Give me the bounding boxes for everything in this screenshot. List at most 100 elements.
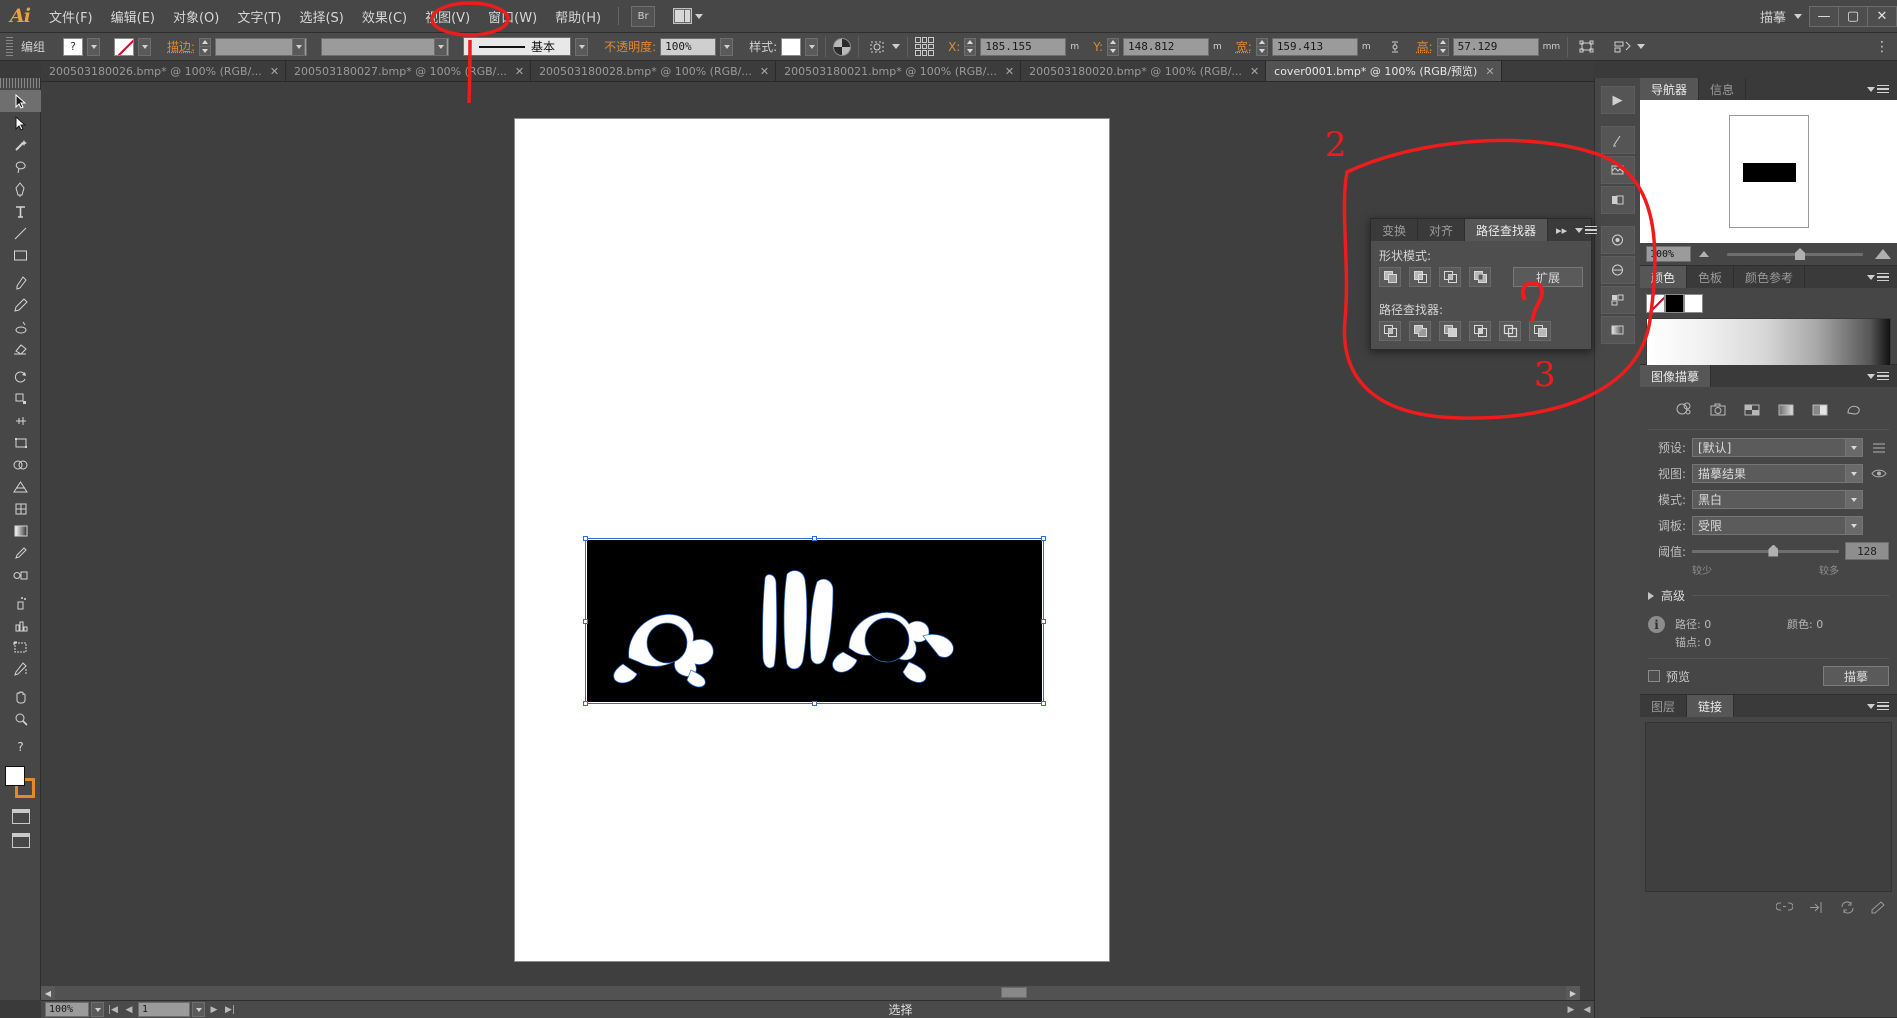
graphic-style-swatch[interactable] <box>781 37 802 56</box>
minus-front-icon[interactable] <box>1409 267 1431 287</box>
y-value-field[interactable]: 148.812 <box>1122 37 1209 56</box>
pencil-tool[interactable] <box>0 294 41 316</box>
navigator-panel-menu-button[interactable] <box>1859 78 1897 100</box>
recolor-chevron-down-icon[interactable] <box>892 44 901 49</box>
arrange-documents-button[interactable] <box>669 6 707 26</box>
next-artboard-button[interactable]: ▶ <box>207 1002 221 1017</box>
stroke-swatch-dropdown[interactable] <box>138 37 152 56</box>
gradient-tool[interactable] <box>0 520 41 542</box>
opacity-label[interactable]: 不透明度: <box>604 38 656 55</box>
intersect-icon[interactable] <box>1439 267 1461 287</box>
height-value-field[interactable]: 57.129 <box>1452 37 1539 56</box>
exclude-icon[interactable] <box>1469 267 1491 287</box>
magic-wand-tool[interactable] <box>0 134 41 156</box>
collapse-chevrons-icon[interactable]: ▸▸ <box>1556 224 1567 237</box>
zoom-in-icon[interactable] <box>1875 249 1891 259</box>
grayscale-icon[interactable] <box>1775 399 1797 419</box>
opacity-chevron-down-icon[interactable] <box>720 37 734 56</box>
tab-image-trace[interactable]: 图像描摹 <box>1640 365 1712 387</box>
menu-window[interactable]: 窗口(W) <box>479 3 546 30</box>
threshold-value-field[interactable]: 128 <box>1845 542 1889 560</box>
eyedropper-tool[interactable] <box>0 542 41 564</box>
rail-swatches-icon[interactable] <box>1600 286 1635 314</box>
color-panel-menu-button[interactable] <box>1859 266 1897 288</box>
paintbrush-tool[interactable] <box>0 272 41 294</box>
rotate-tool[interactable] <box>0 366 41 388</box>
transform-panel-icon[interactable] <box>1575 37 1597 57</box>
align-chevron-down-icon[interactable] <box>1637 44 1646 49</box>
goto-link-icon[interactable] <box>1809 901 1824 918</box>
drawing-mode-button[interactable] <box>0 828 41 852</box>
trace-button[interactable]: 描摹 <box>1823 666 1889 686</box>
rail-appearance-icon[interactable] <box>1600 226 1635 254</box>
maximize-button[interactable]: ▢ <box>1838 5 1868 27</box>
last-artboard-button[interactable]: ▶| <box>223 1002 237 1017</box>
close-icon[interactable]: ✕ <box>515 65 524 78</box>
blob-brush-tool[interactable] <box>0 316 41 338</box>
zoom-tool[interactable] <box>0 708 41 730</box>
link-icon[interactable] <box>1775 901 1794 918</box>
close-button[interactable]: ✕ <box>1867 5 1897 27</box>
horizontal-scroll-thumb[interactable] <box>1001 987 1027 998</box>
height-stepper[interactable] <box>1436 37 1449 56</box>
eye-icon[interactable] <box>1869 468 1889 479</box>
opacity-value[interactable]: 100% <box>660 37 717 56</box>
menu-help[interactable]: 帮助(H) <box>546 3 610 30</box>
canvas-horizontal-scrollbar[interactable]: ◀ ▶ <box>41 986 1580 1000</box>
black-white-icon[interactable] <box>1809 399 1831 419</box>
document-tab-4[interactable]: 200503180020.bmp* @ 100% (RGB/... ✕ <box>1021 61 1267 81</box>
rail-graphic-styles-icon[interactable] <box>1600 256 1635 284</box>
fill-color-swatch[interactable]: ? <box>63 37 84 56</box>
scale-tool[interactable] <box>0 388 41 410</box>
unite-icon[interactable] <box>1379 267 1401 287</box>
type-tool[interactable] <box>0 200 41 222</box>
document-tab-5[interactable]: cover0001.bmp* @ 100% (RGB/预览) ✕ <box>1266 61 1502 81</box>
tab-navigator[interactable]: 导航器 <box>1640 78 1700 100</box>
auto-color-icon[interactable] <box>1673 399 1695 419</box>
close-icon[interactable]: ✕ <box>760 65 769 78</box>
zoom-slider-thumb[interactable] <box>1795 248 1805 260</box>
bridge-button[interactable]: Br <box>631 5 656 27</box>
image-trace-panel-menu-button[interactable] <box>1859 365 1897 387</box>
fill-stroke-indicator[interactable] <box>0 764 41 804</box>
tab-layers[interactable]: 图层 <box>1640 695 1688 717</box>
screen-mode-button[interactable] <box>0 804 41 828</box>
width-label[interactable]: 宽: <box>1236 38 1252 55</box>
zoom-level-field[interactable]: 100% <box>45 1002 89 1017</box>
stroke-color-swatch[interactable] <box>114 37 135 56</box>
free-transform-tool[interactable] <box>0 432 41 454</box>
trim-icon[interactable] <box>1409 321 1431 341</box>
rail-brushes-icon[interactable] <box>1600 126 1635 154</box>
width-tool[interactable] <box>0 410 41 432</box>
eraser-tool[interactable] <box>0 338 41 360</box>
help-tool[interactable]: ? <box>0 736 41 758</box>
pathfinder-panel-menu-button[interactable]: ▸▸ <box>1548 219 1605 241</box>
edit-icon[interactable] <box>1871 901 1885 918</box>
direct-selection-tool[interactable] <box>0 112 41 134</box>
document-tab-3[interactable]: 200503180021.bmp* @ 100% (RGB/... ✕ <box>776 61 1022 81</box>
expand-button[interactable]: 扩展 <box>1513 267 1583 287</box>
workspace-switcher[interactable]: 描摹 <box>1752 7 1794 26</box>
close-icon[interactable]: ✕ <box>270 65 279 78</box>
hand-tool[interactable] <box>0 686 41 708</box>
stroke-weight-stepper[interactable] <box>199 37 212 56</box>
relink-icon[interactable] <box>1840 901 1855 918</box>
constrain-proportions-icon[interactable] <box>1384 37 1406 57</box>
minimize-button[interactable]: — <box>1809 5 1839 27</box>
column-graph-tool[interactable] <box>0 614 41 636</box>
outline-icon[interactable] <box>1499 321 1521 341</box>
menu-object[interactable]: 对象(O) <box>164 3 228 30</box>
navigator-zoom-slider[interactable] <box>1699 246 1891 262</box>
swatch-none[interactable] <box>1646 294 1665 313</box>
tab-color-guide[interactable]: 颜色参考 <box>1734 266 1806 288</box>
mesh-tool[interactable] <box>0 498 41 520</box>
status-menu-button[interactable]: ▶ <box>1564 1002 1578 1017</box>
rail-transparency-icon[interactable] <box>1600 186 1635 214</box>
rail-gradient-icon[interactable] <box>1600 316 1635 344</box>
rail-symbols-icon[interactable] <box>1600 156 1635 184</box>
reference-point-selector[interactable] <box>915 37 935 56</box>
y-stepper[interactable] <box>1106 37 1119 56</box>
control-bar-grip[interactable] <box>6 36 13 57</box>
opacity-mask-icon[interactable] <box>833 37 852 56</box>
low-fidelity-photo-icon[interactable] <box>1741 399 1763 419</box>
